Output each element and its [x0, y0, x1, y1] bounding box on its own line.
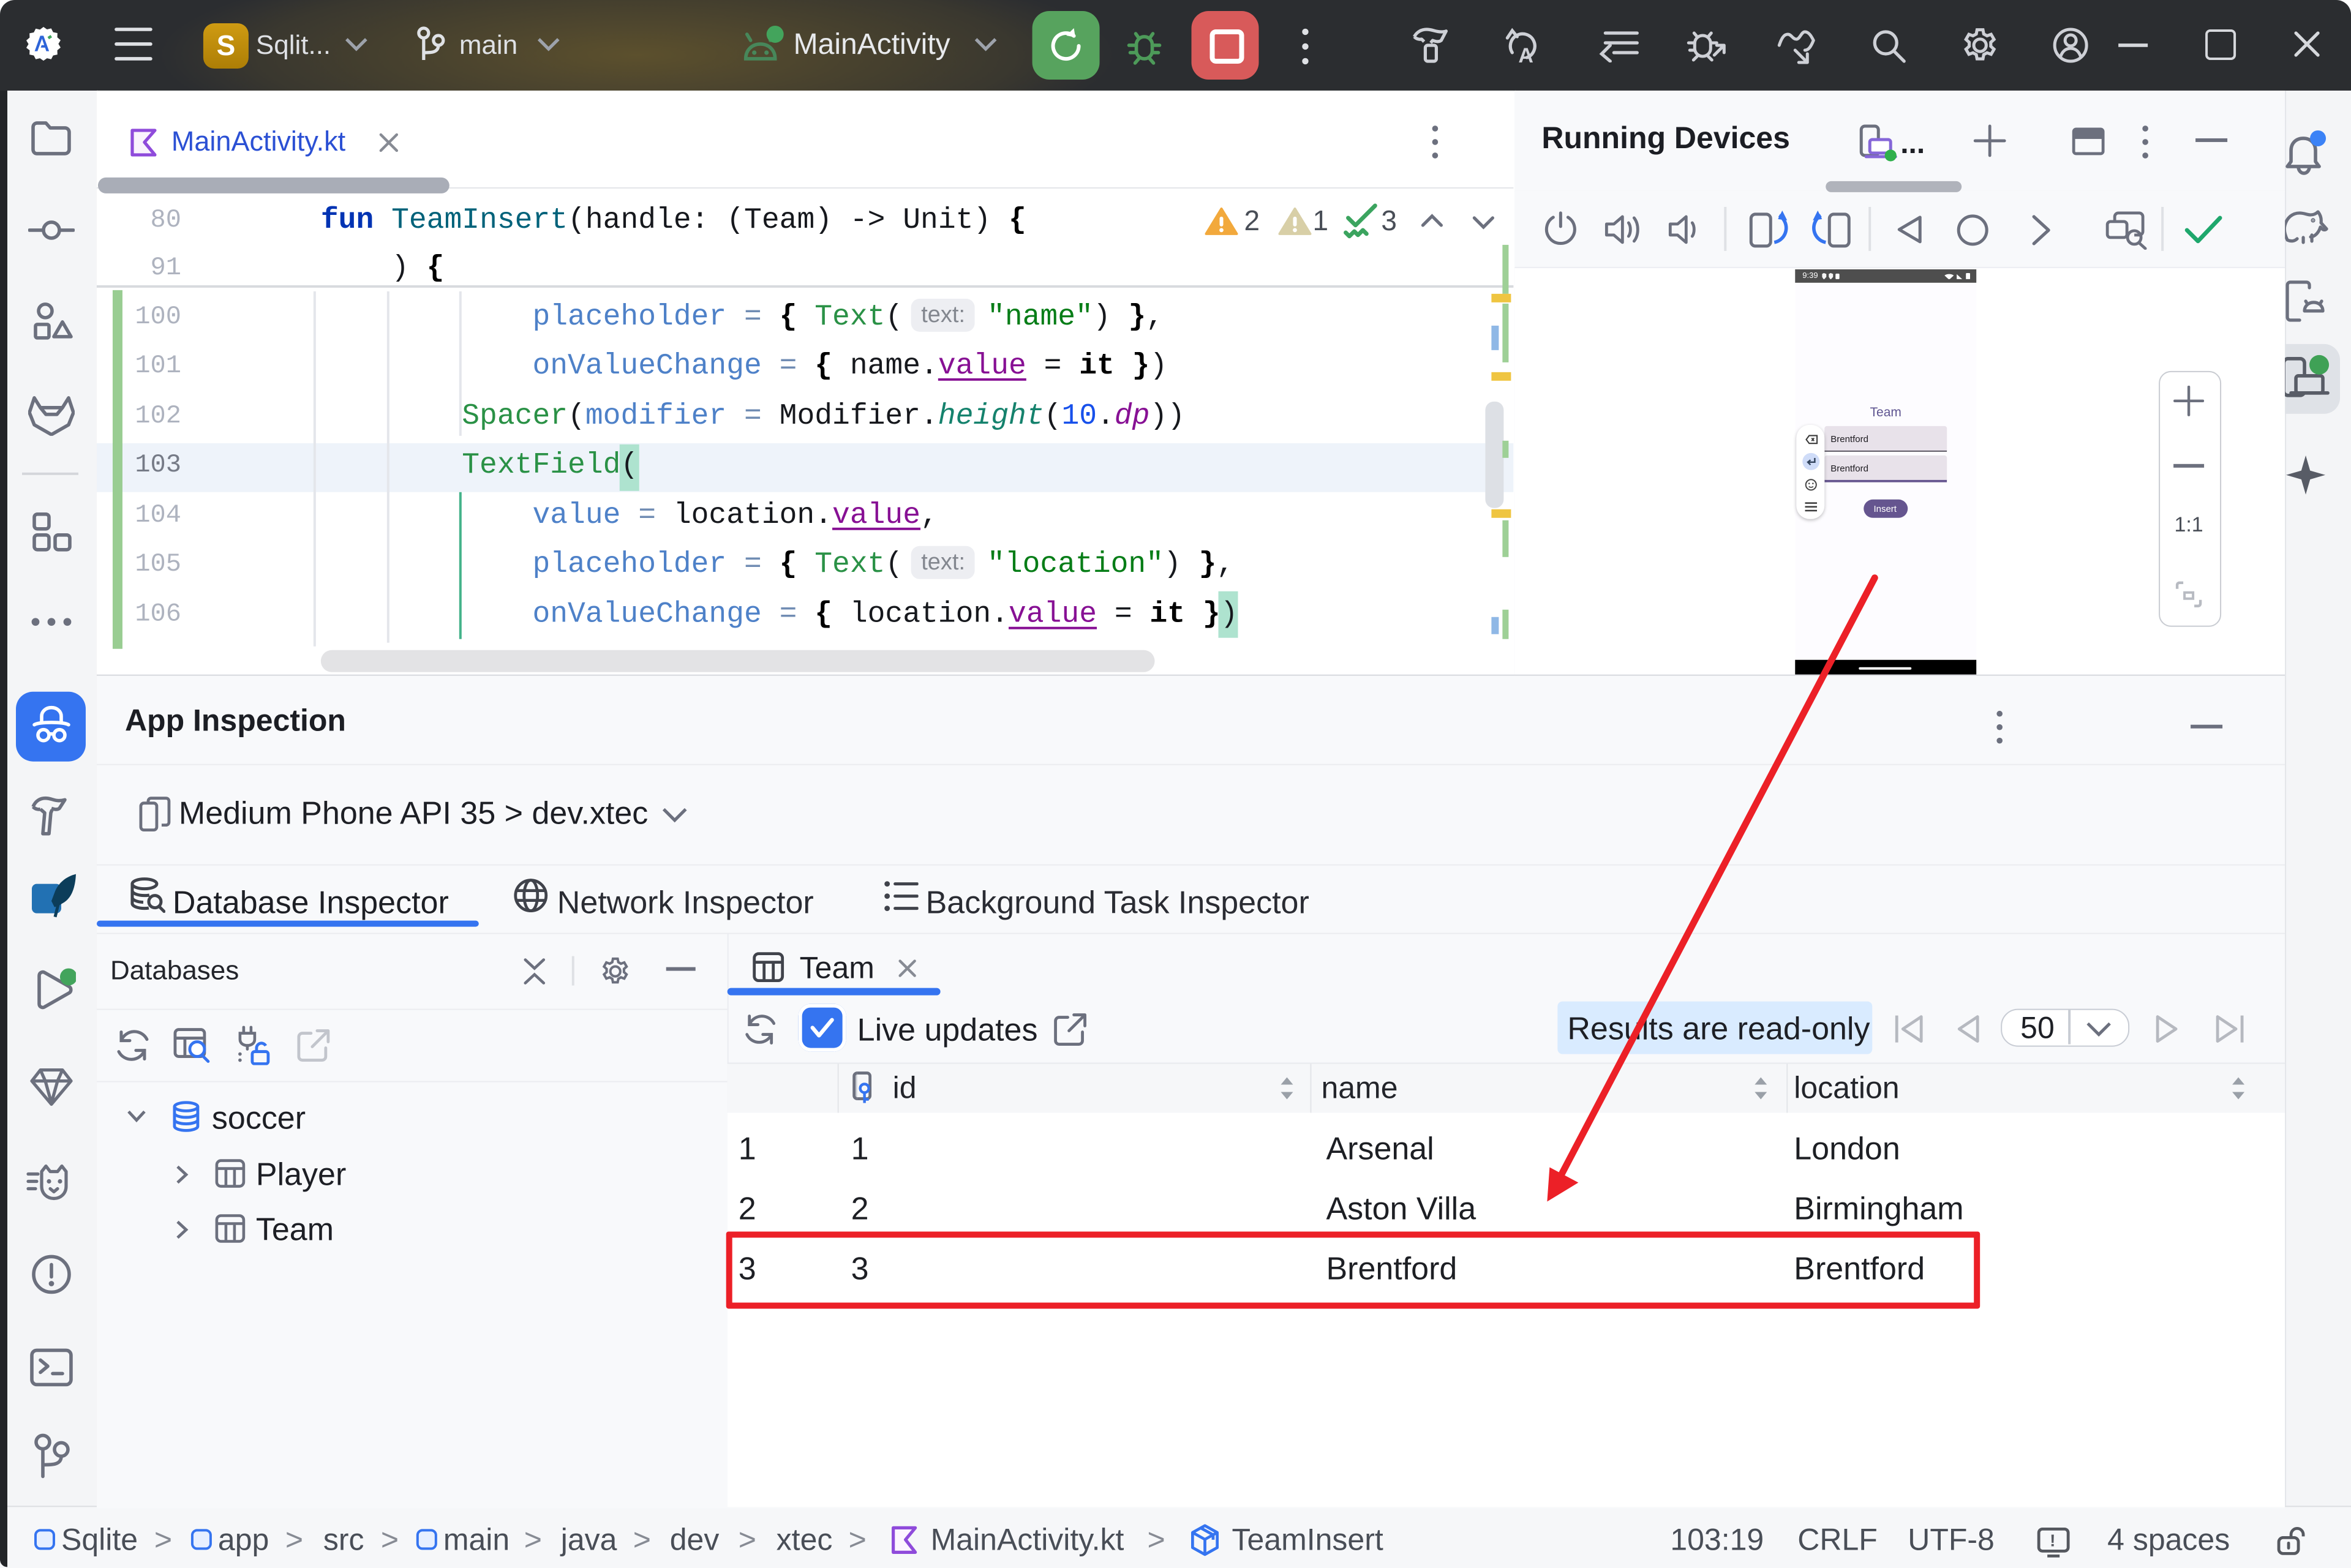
- svg-text:A: A: [1518, 44, 1533, 65]
- svg-text:!: !: [2050, 1531, 2055, 1550]
